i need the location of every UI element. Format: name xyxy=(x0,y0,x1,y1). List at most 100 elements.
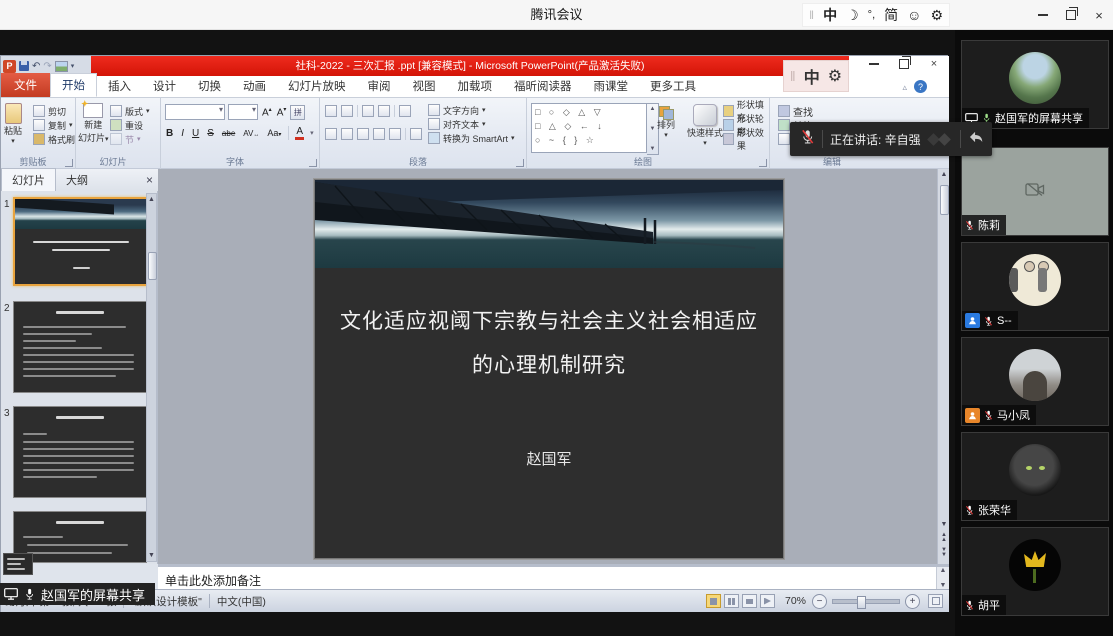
shape-effects-button[interactable]: 形状效果 xyxy=(723,132,769,146)
tab-slideshow[interactable]: 幻灯片放映 xyxy=(277,75,357,97)
zoom-in-button[interactable]: + xyxy=(905,594,920,609)
next-slide-button[interactable]: ▼▼ xyxy=(938,548,950,558)
ppt-minimize-button[interactable] xyxy=(859,56,889,72)
ppt-ime-widget[interactable]: ‖ 中 ⚙ xyxy=(783,60,849,92)
tab-review[interactable]: 审阅 xyxy=(357,75,402,97)
ime-settings-gear-icon[interactable]: ⚙ xyxy=(930,7,943,24)
toast-collapse-arrow-icon[interactable] xyxy=(968,130,984,149)
ime-tray[interactable]: ‖ 中 ☽ °, 简 ☺ ⚙ xyxy=(802,3,950,27)
align-center-icon[interactable] xyxy=(341,128,353,140)
tab-file[interactable]: 文件 xyxy=(1,73,50,97)
slide-thumbnail-1[interactable] xyxy=(13,197,149,286)
zoom-slider[interactable] xyxy=(832,599,900,604)
slideshow-icon[interactable] xyxy=(55,61,68,72)
minimize-button[interactable] xyxy=(1029,0,1057,30)
language-indicator[interactable]: 中文(中国) xyxy=(217,594,266,609)
emoji-icon[interactable]: ☺ xyxy=(907,7,921,23)
change-case-button[interactable]: Aa▾ xyxy=(266,128,282,138)
previous-slide-button[interactable]: ▲▲ xyxy=(938,533,950,543)
tab-home[interactable]: 开始 xyxy=(50,73,97,97)
participant-tile-zhangronghua[interactable]: 张荣华 xyxy=(961,432,1109,521)
tab-insert[interactable]: 插入 xyxy=(97,75,142,97)
pinyin-guide-icon[interactable]: 拼 xyxy=(290,105,305,120)
smartart-button[interactable]: 转换为 SmartArt▾ xyxy=(428,131,515,145)
ppt-ime-gear-icon[interactable]: ⚙ xyxy=(828,66,842,86)
format-painter-button[interactable]: 格式刷 xyxy=(33,132,75,146)
slide-thumbnail-2[interactable] xyxy=(13,301,147,393)
slide-thumbnail-4[interactable] xyxy=(13,511,147,563)
new-slide-button[interactable]: 新建 幻灯片▾ xyxy=(78,103,109,144)
font-size-combo[interactable] xyxy=(228,104,258,120)
tab-transitions[interactable]: 切换 xyxy=(187,75,232,97)
font-color-dropdown-icon[interactable]: ▾ xyxy=(310,129,314,137)
shrink-font-button[interactable]: A▾ xyxy=(276,106,288,118)
notes-pane[interactable]: 单击此处添加备注 ▲▼ xyxy=(158,564,949,589)
paragraph-dialog-launcher[interactable] xyxy=(516,159,524,167)
panel-scrollbar[interactable]: ▲ ▼ xyxy=(146,193,157,562)
reset-button[interactable]: 重设 xyxy=(110,118,150,132)
zoom-slider-thumb[interactable] xyxy=(857,596,866,609)
slideshow-view-button[interactable] xyxy=(760,594,775,608)
close-button[interactable]: × xyxy=(1085,0,1113,30)
participant-tile-s[interactable]: S-- xyxy=(961,242,1109,331)
align-right-icon[interactable] xyxy=(357,128,369,140)
zoom-percentage[interactable]: 70% xyxy=(785,595,806,607)
normal-view-button[interactable] xyxy=(706,594,721,608)
help-icon[interactable]: ? xyxy=(914,80,927,93)
panel-tab-slides[interactable]: 幻灯片 xyxy=(1,168,56,191)
panel-scroll-thumb[interactable] xyxy=(148,252,157,280)
scroll-thumb[interactable] xyxy=(940,185,949,215)
slide-title[interactable]: 文化适应视阈下宗教与社会主义社会相适应 的心理机制研究 xyxy=(325,300,773,388)
reading-view-button[interactable] xyxy=(742,594,757,608)
distribute-icon[interactable] xyxy=(389,128,401,140)
section-button[interactable]: 节▾ xyxy=(110,132,150,146)
text-direction-button[interactable]: 文字方向▾ xyxy=(428,103,515,117)
strikethrough-button[interactable]: S xyxy=(206,128,215,139)
bold-button[interactable]: B xyxy=(165,128,174,139)
ppt-ime-lang[interactable]: 中 xyxy=(804,64,820,88)
restore-button[interactable] xyxy=(1057,0,1085,30)
powerpoint-app-icon[interactable]: P xyxy=(3,60,16,73)
decrease-indent-icon[interactable] xyxy=(362,105,374,117)
zoom-out-button[interactable]: − xyxy=(812,594,827,609)
bullets-icon[interactable] xyxy=(325,105,337,117)
tab-design[interactable]: 设计 xyxy=(142,75,187,97)
character-spacing-button[interactable]: AV↔ xyxy=(242,129,260,138)
underline-button[interactable]: U xyxy=(191,128,200,139)
fullhalf-moon-icon[interactable]: ☽ xyxy=(846,7,859,24)
undo-icon[interactable]: ↶ xyxy=(32,61,40,72)
italic-button[interactable]: I xyxy=(180,128,185,139)
cut-button[interactable]: 剪切 xyxy=(33,104,75,118)
ppt-restore-button[interactable] xyxy=(889,56,919,72)
tab-view[interactable]: 视图 xyxy=(402,75,447,97)
arrange-button[interactable]: 排列 ▾ xyxy=(657,106,675,139)
panel-close-icon[interactable]: × xyxy=(146,173,153,187)
shapes-gallery[interactable]: □ ○ ◇ △ ▽ □ △ ◇ ← ↓ ○ ~ { } ☆ xyxy=(531,103,647,153)
tab-more-tools[interactable]: 更多工具 xyxy=(639,75,707,97)
copy-button[interactable]: 复制▾ xyxy=(33,118,75,132)
scroll-down-icon[interactable]: ▼ xyxy=(938,521,950,528)
ribbon-collapse-icon[interactable]: ▵ xyxy=(902,82,907,93)
font-name-combo[interactable] xyxy=(165,104,225,120)
scroll-up-icon[interactable]: ▲ xyxy=(938,171,950,178)
drawing-dialog-launcher[interactable] xyxy=(759,159,767,167)
find-button[interactable]: 查找 xyxy=(778,104,820,118)
line-spacing-icon[interactable] xyxy=(399,105,411,117)
panel-tab-outline[interactable]: 大纲 xyxy=(56,169,98,191)
tab-foxit[interactable]: 福昕阅读器 xyxy=(503,75,583,97)
panel-scroll-down-icon[interactable]: ▼ xyxy=(147,552,156,559)
slide-author[interactable]: 赵国军 xyxy=(315,448,783,469)
redo-icon[interactable]: ↷ xyxy=(43,61,51,72)
ime-lang-indicator[interactable]: 中 xyxy=(823,5,837,25)
notes-placeholder[interactable]: 单击此处添加备注 xyxy=(165,572,261,589)
tab-animations[interactable]: 动画 xyxy=(232,75,277,97)
save-icon[interactable] xyxy=(19,61,29,71)
font-color-button[interactable]: A xyxy=(295,126,304,140)
tab-addins[interactable]: 加载项 xyxy=(447,75,504,97)
paste-button[interactable]: 粘贴 ▾ xyxy=(4,103,22,145)
align-left-icon[interactable] xyxy=(325,128,337,140)
notes-scrollbar[interactable]: ▲▼ xyxy=(936,567,949,589)
participant-tile-huping[interactable]: 胡平 xyxy=(961,527,1109,616)
numbering-icon[interactable] xyxy=(341,105,353,117)
columns-icon[interactable] xyxy=(410,128,422,140)
